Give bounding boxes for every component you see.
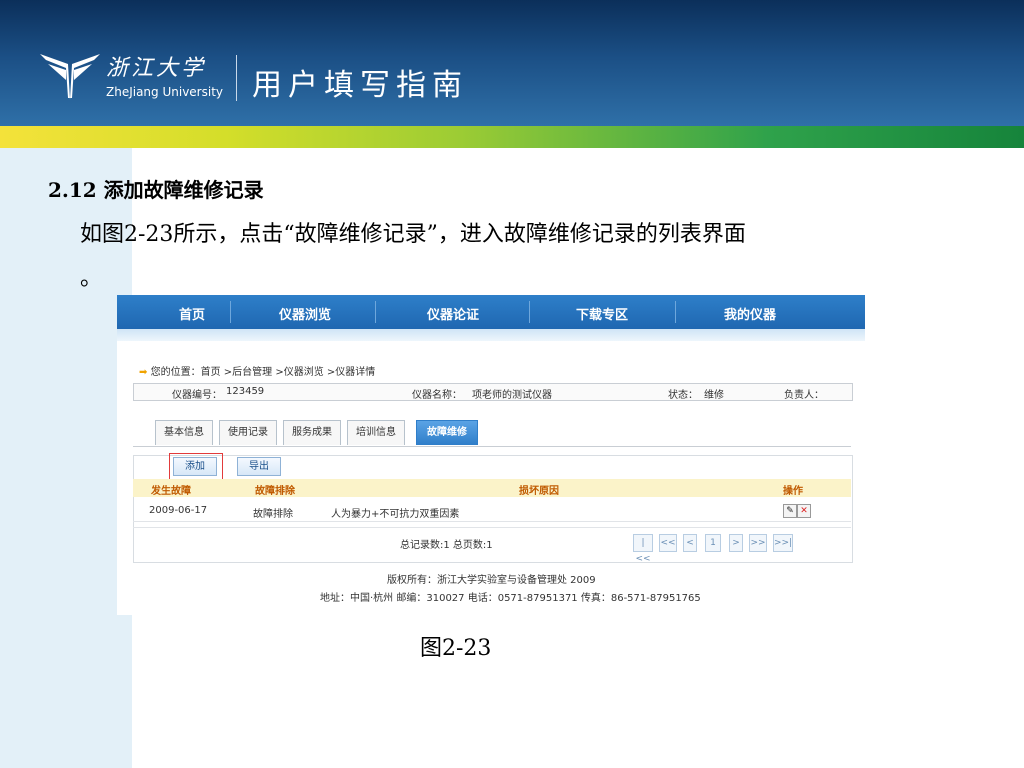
- column-header-troubleshoot: 故障排除: [255, 486, 295, 497]
- section-title: 2.12 添加故障维修记录: [48, 178, 264, 202]
- logo-english-text: ZheJiang University: [106, 85, 224, 99]
- arrow-right-icon: ➡: [139, 367, 148, 378]
- status-value: 维修: [704, 390, 724, 401]
- tab-bar-underline: [133, 446, 851, 447]
- page-prev-group-button[interactable]: <<: [659, 534, 677, 552]
- nav-separator: [529, 301, 530, 323]
- university-logo-icon: [40, 54, 100, 100]
- slide-header: 浙江大学 ZheJiang University 用户填写指南: [0, 0, 1024, 126]
- status-label: 状态：: [668, 390, 698, 401]
- page-next-button[interactable]: >: [729, 534, 743, 552]
- top-nav-bar: 首页 仪器浏览 仪器论证 下载专区 我的仪器: [117, 295, 865, 329]
- page-prev-button[interactable]: <: [683, 534, 697, 552]
- owner-label: 负责人：: [784, 390, 824, 401]
- nav-separator: [675, 301, 676, 323]
- table-row: 2009-06-17 故障排除 人为暴力+不可抗力双重因素 ✎ ✕: [133, 501, 851, 522]
- nav-home[interactable]: 首页: [179, 304, 205, 323]
- body-text-line-1: 如图2-23所示，点击“故障维修记录”，进入故障维修记录的列表界面: [80, 222, 746, 247]
- tab-training-info[interactable]: 培训信息: [347, 420, 405, 445]
- nav-separator: [230, 301, 231, 323]
- tab-service-results[interactable]: 服务成果: [283, 420, 341, 445]
- nav-separator: [375, 301, 376, 323]
- tab-usage-records[interactable]: 使用记录: [219, 420, 277, 445]
- page-first-button[interactable]: |<<: [633, 534, 653, 564]
- row-reason: 人为暴力+不可抗力双重因素: [331, 509, 460, 520]
- pagination: 总记录数:1 总页数:1 |<< << < 1 > >> >>|: [133, 527, 851, 564]
- nav-download[interactable]: 下载专区: [576, 304, 628, 323]
- instrument-number-value: 123459: [226, 386, 265, 397]
- figure-caption: 图2-23: [420, 636, 492, 661]
- page-last-button[interactable]: >>|: [773, 534, 793, 552]
- column-header-fault: 发生故障: [151, 486, 191, 497]
- embedded-screenshot: 首页 仪器浏览 仪器论证 下载专区 我的仪器 ➡ 您的位置：首页 >后台管理 >…: [117, 295, 865, 615]
- pagination-summary: 总记录数:1 总页数:1: [400, 540, 493, 551]
- breadcrumb: ➡ 您的位置：首页 >后台管理 >仪器浏览 >仪器详情: [139, 363, 375, 378]
- slide-header-title: 用户填写指南: [252, 68, 468, 103]
- column-header-reason: 损坏原因: [519, 486, 559, 497]
- breadcrumb-text: 您的位置：首页 >后台管理 >仪器浏览 >仪器详情: [150, 367, 376, 378]
- footer-copyright: 版权所有：浙江大学实验室与设备管理处 2009: [387, 575, 596, 586]
- page-next-group-button[interactable]: >>: [749, 534, 767, 552]
- page-number-button[interactable]: 1: [705, 534, 721, 552]
- column-header-actions: 操作: [783, 486, 803, 497]
- nav-browse[interactable]: 仪器浏览: [279, 304, 331, 323]
- instrument-name-label: 仪器名称：: [412, 390, 462, 401]
- header-divider: [236, 55, 237, 101]
- nav-review[interactable]: 仪器论证: [427, 304, 479, 323]
- body-text-line-2: 。: [80, 266, 103, 291]
- instrument-name-value: 项老师的测试仪器: [472, 390, 552, 401]
- tab-basic-info[interactable]: 基本信息: [155, 420, 213, 445]
- export-button[interactable]: 导出: [237, 457, 281, 476]
- row-date: 2009-06-17: [149, 505, 208, 516]
- logo-chinese-text: 浙江大学: [106, 56, 207, 81]
- footer-address: 地址：中国·杭州 邮编：310027 电话：0571-87951371 传真：8…: [320, 593, 701, 604]
- delete-icon[interactable]: ✕: [797, 504, 811, 518]
- instrument-info-row: 仪器编号： 123459 仪器名称： 项老师的测试仪器 状态： 维修 负责人：: [133, 383, 853, 401]
- instrument-number-label: 仪器编号：: [172, 390, 222, 401]
- nav-sub-strip: [117, 329, 865, 341]
- table-header: 发生故障 故障排除 损坏原因 操作: [133, 479, 851, 497]
- header-color-stripe: [0, 126, 1024, 148]
- tab-fault-repair[interactable]: 故障维修: [416, 420, 478, 445]
- add-button[interactable]: 添加: [173, 457, 217, 476]
- edit-icon[interactable]: ✎: [783, 504, 797, 518]
- nav-my-instruments[interactable]: 我的仪器: [724, 304, 776, 323]
- row-status: 故障排除: [253, 509, 293, 520]
